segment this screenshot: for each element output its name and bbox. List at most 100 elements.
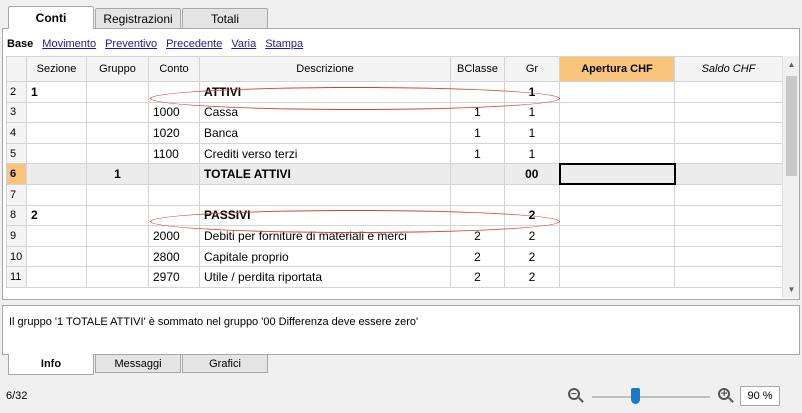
cell-gruppo[interactable] — [86, 81, 149, 103]
cell-conto[interactable]: 1020 — [148, 122, 200, 144]
cell-sezione[interactable] — [26, 225, 87, 247]
cell-bclasse[interactable]: 2 — [450, 225, 505, 247]
cell-saldo[interactable] — [674, 122, 783, 144]
cell-saldo[interactable] — [674, 266, 783, 288]
col-bclasse[interactable]: BClasse — [450, 56, 505, 82]
cell-conto[interactable]: 1100 — [148, 142, 200, 165]
col-saldo[interactable]: Saldo CHF — [674, 56, 783, 82]
cell-gr[interactable]: 1 — [504, 101, 560, 124]
cell-gruppo[interactable] — [86, 183, 149, 206]
cell-descrizione[interactable]: Utile / perdita riportata — [199, 266, 451, 288]
cell-gr[interactable]: 2 — [504, 204, 560, 227]
tab-conti[interactable]: Conti — [8, 6, 94, 29]
cell-apertura[interactable] — [559, 225, 675, 247]
cell-bclasse[interactable] — [450, 183, 505, 206]
view-stampa[interactable]: Stampa — [265, 38, 303, 50]
col-gr[interactable]: Gr — [504, 56, 560, 82]
col-sezione[interactable]: Sezione — [26, 56, 87, 82]
cell-conto[interactable] — [148, 183, 200, 206]
cell-gr[interactable] — [504, 183, 560, 206]
cell-bclasse[interactable]: 1 — [450, 122, 505, 144]
cell-conto[interactable] — [148, 204, 200, 227]
cell-descrizione[interactable]: Debiti per forniture di materiali e merc… — [199, 225, 451, 247]
cell-saldo[interactable] — [674, 225, 783, 247]
cell-sezione[interactable] — [26, 245, 87, 268]
cell-apertura[interactable] — [559, 266, 675, 288]
cell-apertura[interactable] — [559, 142, 675, 165]
cell-gruppo[interactable]: 1 — [86, 163, 149, 185]
cell-gruppo[interactable] — [86, 266, 149, 288]
cell-sezione[interactable]: 1 — [26, 81, 87, 103]
table-row[interactable]: 7 — [6, 183, 783, 206]
scroll-up-icon[interactable]: ▲ — [783, 56, 800, 73]
table-row[interactable]: 2 1 ATTIVI 1 — [6, 81, 783, 103]
zoom-out-icon[interactable]: − — [566, 386, 586, 406]
cell-descrizione[interactable]: PASSIVI — [199, 204, 451, 227]
scroll-down-icon[interactable]: ▼ — [783, 281, 800, 298]
cell-bclasse[interactable]: 1 — [450, 101, 505, 124]
cell-sezione[interactable] — [26, 163, 87, 185]
cell-gr[interactable]: 2 — [504, 245, 560, 268]
cell-conto[interactable]: 2000 — [148, 225, 200, 247]
cell-conto[interactable] — [148, 163, 200, 185]
cell-bclasse[interactable] — [450, 204, 505, 227]
cell-bclasse[interactable] — [450, 163, 505, 185]
zoom-slider[interactable] — [592, 386, 710, 406]
table-row[interactable]: 10 2800 Capitale proprio 2 2 — [6, 245, 783, 268]
view-base[interactable]: Base — [7, 38, 33, 50]
cell-apertura[interactable] — [559, 183, 675, 206]
cell-gr[interactable]: 2 — [504, 266, 560, 288]
cell-gr[interactable]: 1 — [504, 122, 560, 144]
cell-conto[interactable]: 1000 — [148, 101, 200, 124]
cell-gruppo[interactable] — [86, 101, 149, 124]
cell-apertura[interactable] — [559, 204, 675, 227]
table-row[interactable]: 8 2 PASSIVI 2 — [6, 204, 783, 227]
cell-gruppo[interactable] — [86, 225, 149, 247]
col-gruppo[interactable]: Gruppo — [86, 56, 149, 82]
cell-descrizione[interactable]: Crediti verso terzi — [199, 142, 451, 165]
cell-sezione[interactable] — [26, 183, 87, 206]
tab-info[interactable]: Info — [8, 354, 94, 375]
cell-gruppo[interactable] — [86, 204, 149, 227]
cell-bclasse[interactable]: 1 — [450, 142, 505, 165]
col-conto[interactable]: Conto — [148, 56, 200, 82]
col-apertura[interactable]: Apertura CHF — [559, 56, 675, 82]
tab-registrazioni[interactable]: Registrazioni — [95, 8, 181, 28]
scroll-thumb[interactable] — [786, 76, 797, 176]
view-precedente[interactable]: Precedente — [166, 38, 222, 50]
vertical-scrollbar[interactable]: ▲ ▼ — [782, 56, 799, 298]
cell-saldo[interactable] — [674, 183, 783, 206]
table-row[interactable]: 5 1100 Crediti verso terzi 1 1 — [6, 142, 783, 165]
cell-gr[interactable]: 1 — [504, 142, 560, 165]
cell-gr[interactable]: 1 — [504, 81, 560, 103]
cell-saldo[interactable] — [674, 204, 783, 227]
cell-descrizione[interactable]: Cassa — [199, 101, 451, 124]
cell-gruppo[interactable] — [86, 142, 149, 165]
cell-saldo[interactable] — [674, 163, 783, 185]
tab-messaggi[interactable]: Messaggi — [95, 355, 181, 373]
tab-grafici[interactable]: Grafici — [182, 355, 268, 373]
cell-saldo[interactable] — [674, 81, 783, 103]
cell-sezione[interactable] — [26, 101, 87, 124]
cell-saldo[interactable] — [674, 245, 783, 268]
view-preventivo[interactable]: Preventivo — [105, 38, 157, 50]
cell-apertura[interactable] — [559, 122, 675, 144]
cell-descrizione[interactable]: Capitale proprio — [199, 245, 451, 268]
cell-bclasse[interactable]: 2 — [450, 245, 505, 268]
cell-apertura[interactable] — [559, 245, 675, 268]
zoom-in-icon[interactable]: + — [716, 386, 736, 406]
cell-sezione[interactable] — [26, 266, 87, 288]
cell-saldo[interactable] — [674, 142, 783, 165]
cell-descrizione[interactable] — [199, 183, 451, 206]
cell-conto[interactable]: 2800 — [148, 245, 200, 268]
cell-gruppo[interactable] — [86, 245, 149, 268]
cell-bclasse[interactable] — [450, 81, 505, 103]
cell-descrizione[interactable]: ATTIVI — [199, 81, 451, 103]
cell-conto[interactable] — [148, 81, 200, 103]
table-row[interactable]: 3 1000 Cassa 1 1 — [6, 101, 783, 124]
cell-saldo[interactable] — [674, 101, 783, 124]
cell-descrizione[interactable]: TOTALE ATTIVI — [199, 163, 451, 185]
cell-gruppo[interactable] — [86, 122, 149, 144]
view-movimento[interactable]: Movimento — [42, 38, 96, 50]
table-row[interactable]: 11 2970 Utile / perdita riportata 2 2 — [6, 266, 783, 288]
